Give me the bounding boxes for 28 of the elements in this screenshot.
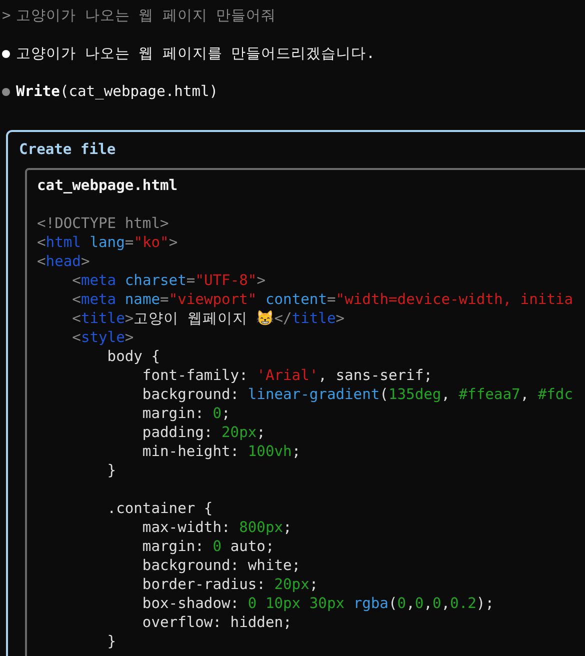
code-line: overflow: hidden; (141, 613, 293, 632)
prompt-marker: > (1, 6, 12, 25)
code-line: body { (106, 347, 162, 366)
code-line: .container { (106, 499, 214, 518)
code-line: <html lang="ko"> (37, 233, 179, 252)
code-line: <meta name="viewport" content="width=device-width, initia (71, 290, 574, 309)
code-line: margin: 0; (141, 404, 232, 423)
code-line: <head> (37, 252, 91, 271)
code-line: font-family: 'Arial', sans-serif; (141, 366, 434, 385)
code-line: <title>고양이 웹페이지 😸</title> (71, 309, 346, 328)
code-line: padding: 20px; (141, 423, 266, 442)
code-line: } (106, 632, 118, 651)
tool-call-text: Write(cat_webpage.html) (16, 82, 218, 101)
assistant-message: 고양이가 나오는 웹 페이지를 만들어드리겠습니다. (16, 44, 375, 63)
code-line: } (106, 461, 118, 480)
code-line: <!DOCTYPE html> (37, 214, 170, 233)
code-line: box-shadow: 0 10px 30px rgba(0,0,0,0.2); (141, 594, 495, 613)
user-prompt: 고양이가 나오는 웹 페이지 만들어줘 (16, 6, 276, 25)
code-line: max-width: 800px; (141, 518, 293, 537)
code-line: min-height: 100vh; (141, 442, 302, 461)
panel-title: Create file (19, 140, 117, 159)
code-line: background: white; (141, 556, 302, 575)
code-line: border-radius: 20px; (141, 575, 320, 594)
code-line: <meta charset="UTF-8"> (71, 271, 266, 290)
code-line: background: linear-gradient(135deg, #ffeaa7, #fdc (141, 385, 574, 404)
code-line: <style> (71, 328, 135, 347)
code-line: margin: 0 auto; (141, 537, 276, 556)
file-name: cat_webpage.html (37, 176, 179, 195)
